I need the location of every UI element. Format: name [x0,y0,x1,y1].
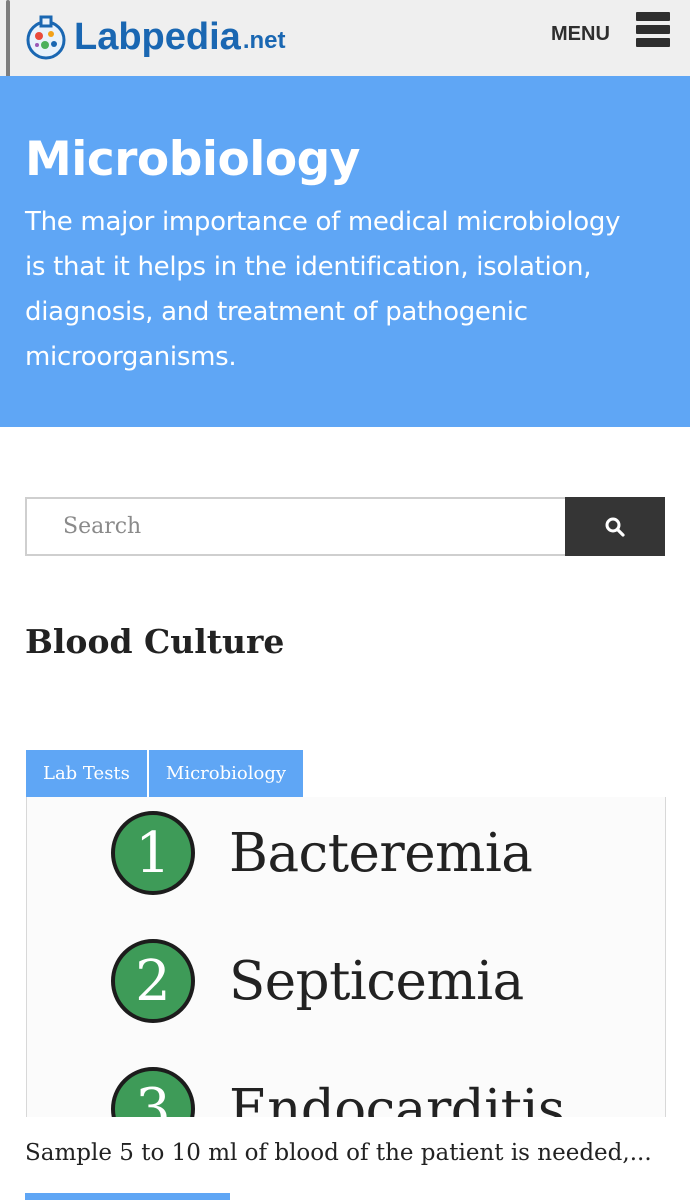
figure-item-label: Bacteremia [229,822,533,884]
article-featured-image[interactable]: 1 Bacteremia 2 Septicemia 3 Endocarditis [26,797,666,1117]
article-tags: Lab Tests Microbiology [26,750,305,797]
number-badge: 2 [111,939,195,1023]
hamburger-menu-icon[interactable] [636,12,670,50]
logo-tld: .net [242,27,286,54]
menu-label[interactable]: MENU [551,23,610,46]
search-form [25,497,665,556]
tag-microbiology[interactable]: Microbiology [148,750,304,797]
figure-item-label: Septicemia [229,950,524,1012]
search-input[interactable] [25,497,565,556]
number-badge: 3 [111,1067,195,1117]
category-title: Microbiology [25,132,360,187]
logo-text: Labpedia [74,15,241,58]
flask-logo-icon [26,15,66,60]
search-button[interactable] [565,497,665,556]
figure-item-septicemia: 2 Septicemia [111,939,524,1023]
top-nav-bar: Labpedia .net MENU [0,0,690,150]
figure-item-endocarditis: 3 Endocarditis [111,1067,565,1117]
article-title-link[interactable]: Blood Culture [25,622,284,661]
number-badge: 1 [111,811,195,895]
tag-lab-tests[interactable]: Lab Tests [26,750,147,797]
category-description: The major importance of medical microbio… [25,207,621,372]
site-logo-link[interactable]: Labpedia .net [24,8,285,66]
figure-item-label: Endocarditis [229,1078,565,1118]
category-hero: Microbiology The major importance of med… [0,76,690,427]
search-icon [605,517,625,537]
figure-item-bacteremia: 1 Bacteremia [111,811,533,895]
read-more-bar[interactable] [25,1193,230,1200]
article-excerpt: Sample 5 to 10 ml of blood of the patien… [25,1140,652,1166]
